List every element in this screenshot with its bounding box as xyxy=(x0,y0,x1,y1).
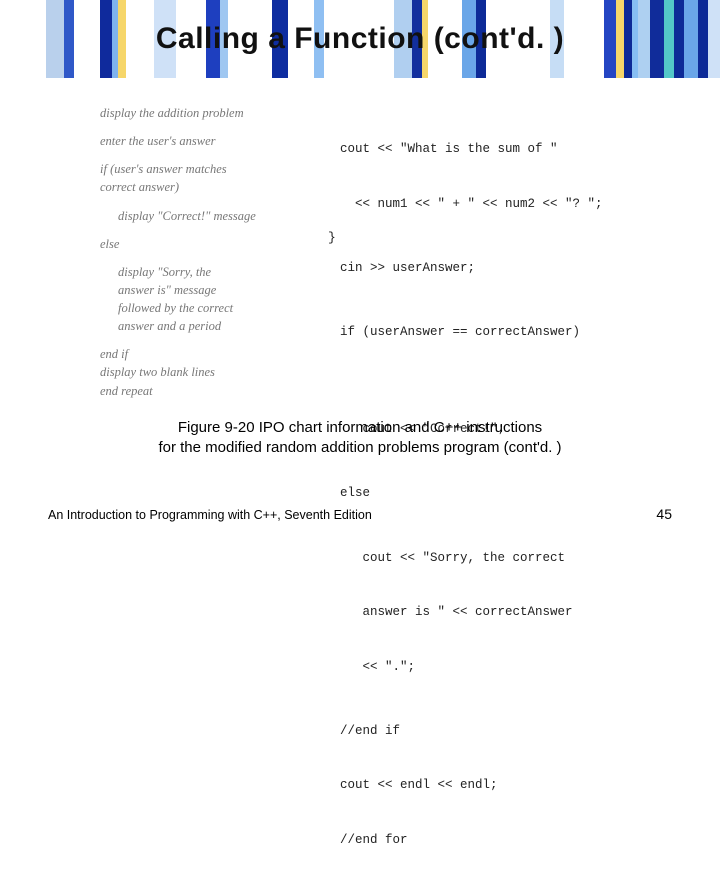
pseudo-line: else xyxy=(100,235,310,253)
code-line: if (userAnswer == correctAnswer) xyxy=(340,323,640,341)
footer-book-title: An Introduction to Programming with C++,… xyxy=(48,508,372,522)
caption-line-2: for the modified random addition problem… xyxy=(0,438,720,458)
pseudo-line: answer and a period xyxy=(100,317,310,335)
code-line: << "."; xyxy=(340,658,640,676)
code-line: cout << "What is the sum of " xyxy=(340,140,640,158)
code-line: answer is " << correctAnswer xyxy=(340,603,640,621)
code-line: else xyxy=(340,484,640,502)
pseudo-line: enter the user's answer xyxy=(100,132,310,150)
pseudo-line: display the addition problem xyxy=(100,104,310,122)
closing-brace: } xyxy=(328,230,336,245)
pseudo-line: end if xyxy=(100,345,310,363)
code-line: cout << endl << endl; xyxy=(340,776,640,794)
figure-caption: Figure 9-20 IPO chart information and C+… xyxy=(0,418,720,459)
code-line: //end for xyxy=(340,831,640,849)
caption-line-1: Figure 9-20 IPO chart information and C+… xyxy=(0,418,720,438)
spacer xyxy=(340,378,640,384)
pseudo-line: followed by the correct xyxy=(100,299,310,317)
code-line: cout << "Sorry, the correct xyxy=(340,549,640,567)
pseudo-line: if (user's answer matches xyxy=(100,160,310,178)
pseudo-line: display "Correct!" message xyxy=(100,207,310,225)
code-line: << num1 << " + " << num2 << "? "; xyxy=(340,195,640,213)
pseudo-line: end repeat xyxy=(100,382,310,400)
pseudo-line: correct answer) xyxy=(100,178,310,196)
pseudo-line: display "Sorry, the xyxy=(100,263,310,281)
code-column: cout << "What is the sum of " << num1 <<… xyxy=(340,104,640,885)
slide: Calling a Function (cont'd. ) display th… xyxy=(0,0,720,540)
slide-title: Calling a Function (cont'd. ) xyxy=(0,22,720,56)
page-number: 45 xyxy=(656,506,672,522)
code-line: cin >> userAnswer; xyxy=(340,259,640,277)
pseudo-line: answer is" message xyxy=(100,281,310,299)
code-line: //end if xyxy=(340,722,640,740)
pseudocode-column: display the addition problem enter the u… xyxy=(100,104,310,885)
pseudo-line: display two blank lines xyxy=(100,363,310,381)
content-area: display the addition problem enter the u… xyxy=(100,104,640,885)
